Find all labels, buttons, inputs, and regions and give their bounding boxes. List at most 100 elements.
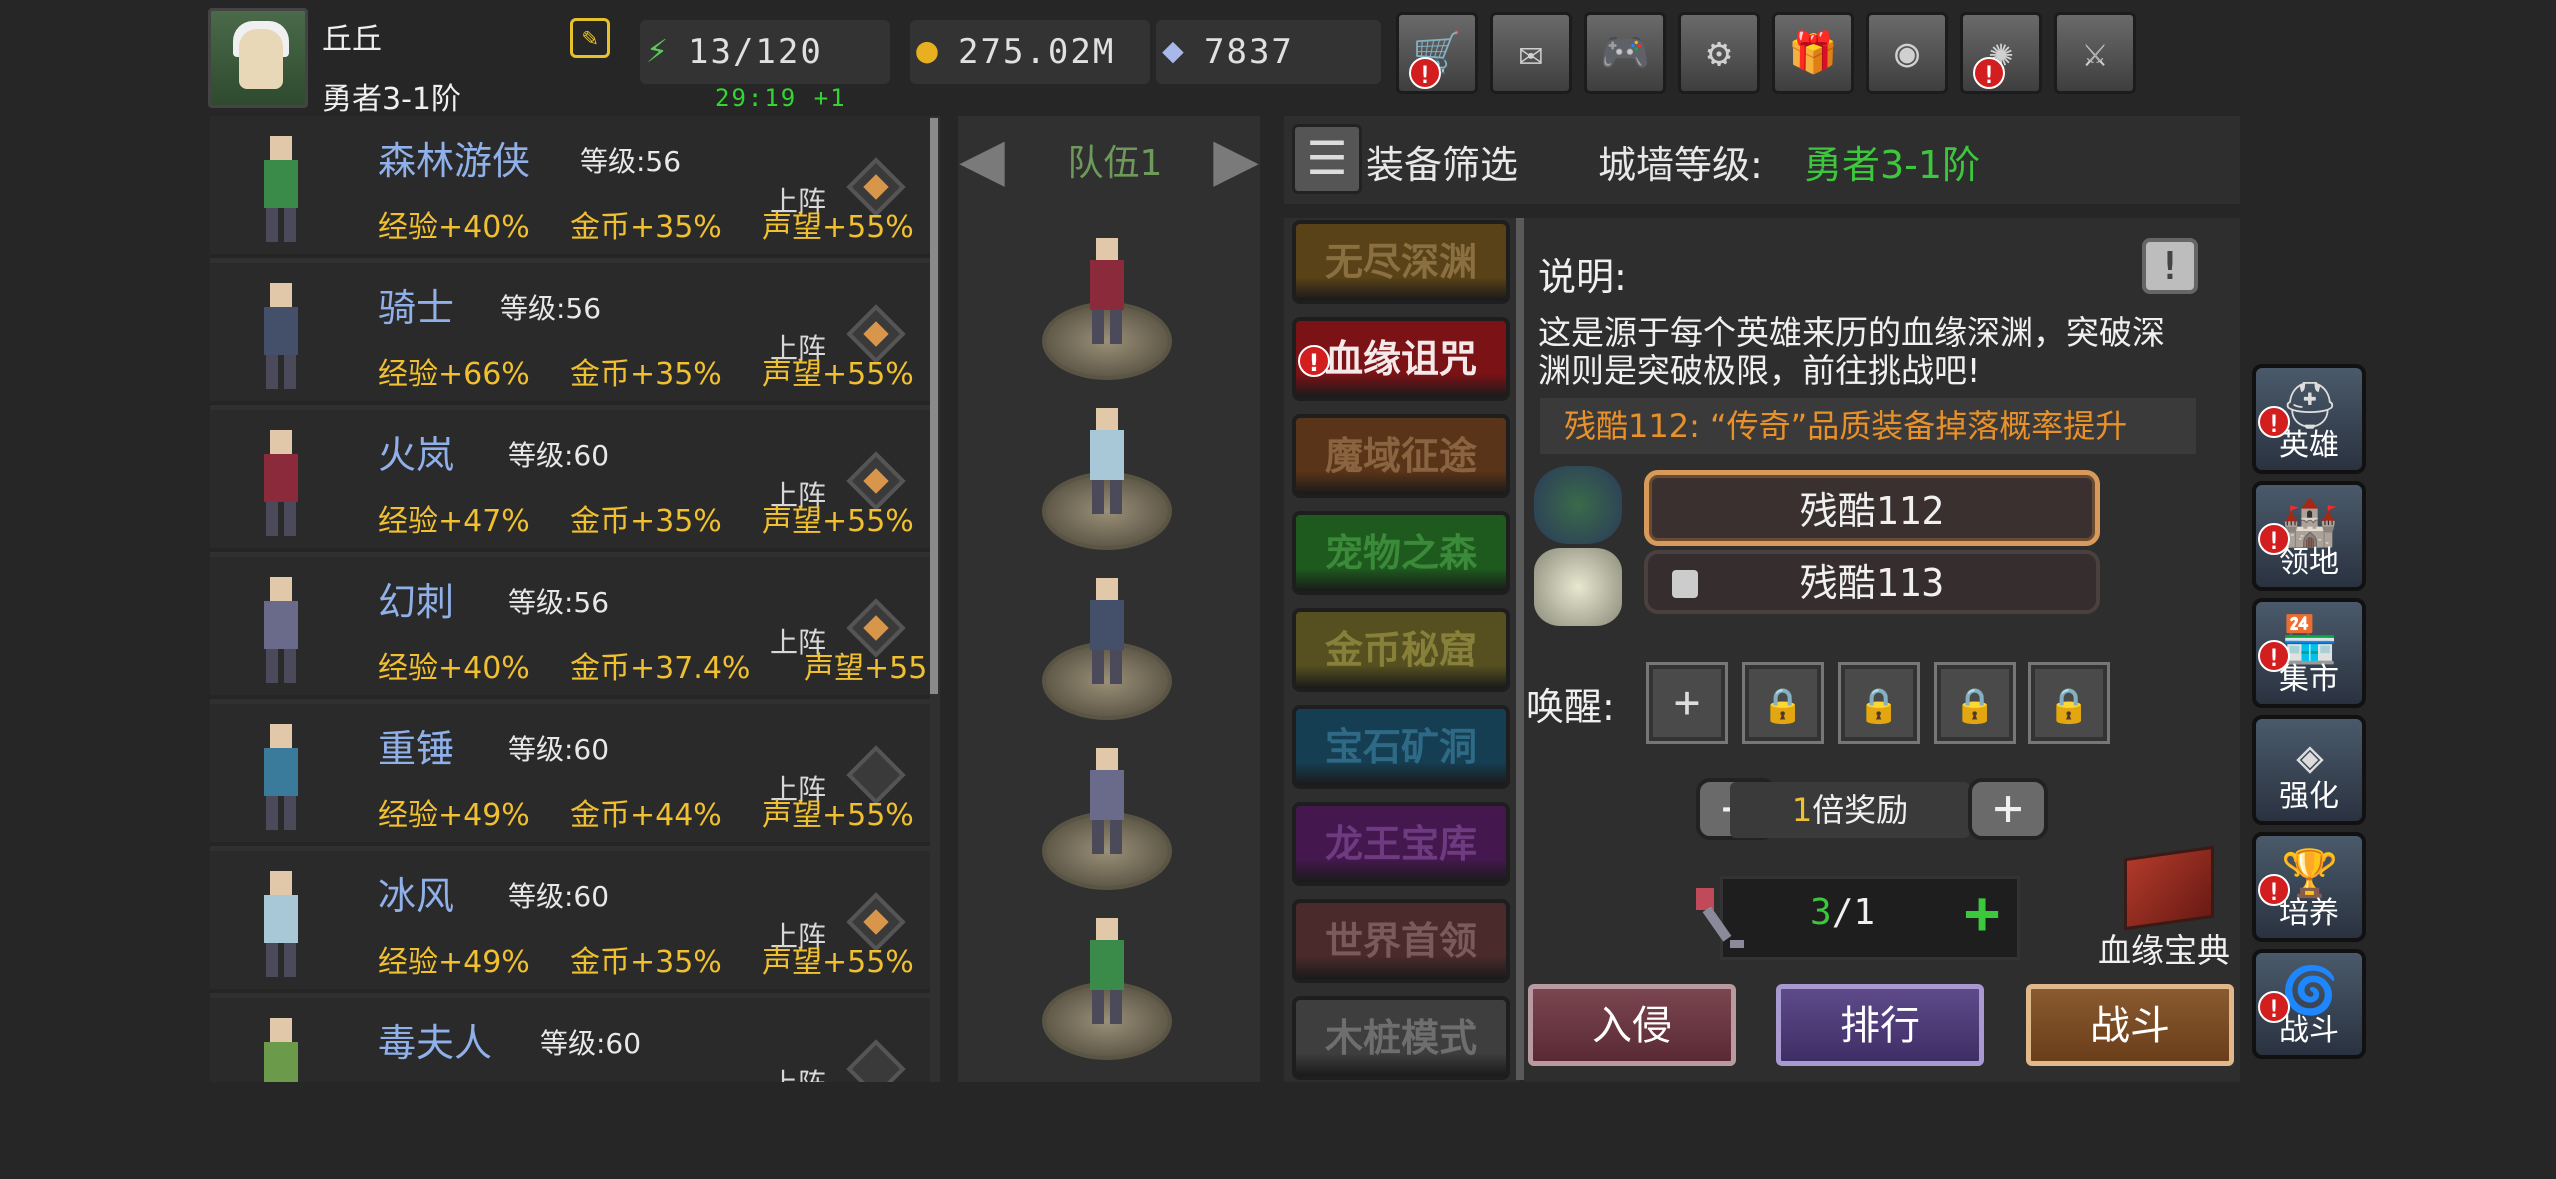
lock-icon [1672,570,1698,598]
filter-menu-icon[interactable]: ☰ [1292,124,1362,194]
bloodline-codex-book-icon[interactable] [2124,845,2214,931]
difficulty-next-button[interactable]: 残酷113 [1644,550,2100,614]
awaken-locked-slot[interactable]: 🔒 [1742,662,1824,744]
exp-bonus: 经验+47% [378,504,530,539]
difficulty-current-button[interactable]: 残酷112 [1644,470,2100,546]
avatar-face [239,29,283,89]
hero-row[interactable]: 毒夫人 等级:60 上阵 [210,998,930,1082]
energy-counter[interactable]: ⚡ 13/120 [640,20,890,84]
hero-name: 重锤 [378,727,455,771]
hero-name: 冰风 [378,874,455,918]
side-nav-chalice[interactable]: 🏆 培养! [2252,832,2366,942]
hero-level: 等级:60 [508,439,610,472]
team-hero-sprite[interactable] [1072,912,1142,1032]
alert-badge-icon: ! [1973,57,2005,89]
mode-button[interactable]: 血缘诅咒! [1292,317,1510,401]
side-nav-castle[interactable]: 🏰 领地! [2252,481,2366,591]
awaken-locked-slot[interactable]: 🔒 [1934,662,2016,744]
hero-level: 等级:56 [508,586,610,619]
equip-gem-icon [863,468,889,494]
team-hero-sprite[interactable] [1072,232,1142,352]
gold-counter[interactable]: ● 275.02M [910,20,1150,84]
side-nav-crystal[interactable]: ◈ 强化 [2252,715,2366,825]
team-hero-sprite[interactable] [1072,402,1142,522]
key-icon [1696,888,1744,948]
hero-row[interactable]: 骑士 等级:56 上阵 经验+66% 金币+35% 声望+55% [210,263,930,405]
mail-icon: ✉ [1518,30,1544,76]
mode-label: 魔域征途 [1324,434,1477,478]
edit-name-icon[interactable]: ✎ [570,18,610,58]
hero-list-scrollbar[interactable] [930,118,938,694]
team-hero-sprite[interactable] [1072,572,1142,692]
add-ticket-button[interactable]: + [1952,883,2012,944]
drop-rate-note: 残酷112: “传奇”品质装备掉落概率提升 [1540,398,2196,454]
increase-multiplier-button[interactable]: + [1968,778,2048,840]
side-nav-portal[interactable]: 🌀 战斗! [2252,949,2366,1059]
hero-row[interactable]: 火岚 等级:60 上阵 经验+47% 金币+35% 声望+55% [210,410,930,552]
crossed-swords-button[interactable]: ⚔ [2054,12,2136,94]
hero-level: 等级:60 [540,1027,642,1060]
mode-button[interactable]: 金币秘窟 [1292,608,1510,692]
hero-sprite [236,1012,326,1082]
firework-button[interactable]: ✺! [1960,12,2042,94]
gold-value: 275.02M [958,32,1116,72]
player-avatar[interactable] [208,8,308,108]
ranking-button[interactable]: 排行 [1776,984,1984,1066]
hero-level: 等级:56 [500,292,602,325]
hero-row[interactable]: 冰风 等级:60 上阵 经验+49% 金币+35% 声望+55% [210,851,930,993]
hero-name: 火岚 [378,433,455,477]
deploy-label[interactable]: 上阵 [770,1062,826,1082]
awaken-add-slot[interactable]: + [1646,662,1728,744]
gamepad-icon: 🎮 [1600,30,1650,76]
stage-thumbnail-ice-icon [1534,548,1622,626]
hero-level: 等级:56 [580,145,682,178]
equip-slot-icon[interactable] [846,1039,906,1082]
mode-button[interactable]: 无尽深渊 [1292,220,1510,304]
mode-button[interactable]: 宝石矿洞 [1292,705,1510,789]
side-nav-market[interactable]: 🏪 集市! [2252,598,2366,708]
team-prev-arrow-icon[interactable]: ◀ [942,118,1022,198]
mail-button[interactable]: ✉ [1490,12,1572,94]
mode-button[interactable]: 木桩模式 [1292,996,1510,1080]
side-nav-label: 强化 [2279,779,2339,814]
invade-button[interactable]: 入侵 [1528,984,1736,1066]
energy-value: 13/120 [688,32,823,72]
mode-label: 木桩模式 [1324,1016,1477,1060]
gift-icon: 🎁 [1788,30,1838,76]
mode-label: 龙王宝库 [1324,822,1477,866]
multiplier-value: 1 [1791,791,1813,829]
side-nav-helmet[interactable]: ⛑ 英雄! [2252,364,2366,474]
mode-button[interactable]: 魔域征途 [1292,414,1510,498]
hero-name: 森林游侠 [378,139,531,183]
gold-bonus: 金币+35% [570,210,722,245]
battle-button[interactable]: 战斗 [2026,984,2234,1066]
crossed-swords-icon: ⚔ [2082,30,2108,76]
info-icon[interactable]: ! [2142,238,2198,294]
awaken-locked-slot[interactable]: 🔒 [2028,662,2110,744]
hero-name: 骑士 [378,286,455,330]
mode-button[interactable]: 龙王宝库 [1292,802,1510,886]
lock-icon: 🔒 [1857,686,1901,726]
gem-counter[interactable]: ◆ 7837 [1156,20,1381,84]
equipment-filter-label[interactable]: 装备筛选 [1366,134,1518,189]
hero-row[interactable]: 森林游侠 等级:56 上阵 经验+40% 金币+35% 声望+55% [210,116,930,258]
awaken-locked-slot[interactable]: 🔒 [1838,662,1920,744]
multiplier-text: 倍奖励 [1812,791,1909,829]
hero-row[interactable]: 幻刺 等级:56 上阵 经验+40% 金币+37.4% 声望+55 [210,557,930,699]
exp-bonus: 经验+66% [378,357,530,392]
color-wheel-button[interactable]: ◉ [1866,12,1948,94]
mode-button[interactable]: 宠物之森 [1292,511,1510,595]
cart-button[interactable]: 🛒! [1396,12,1478,94]
fame-bonus: 声望+55% [762,798,914,833]
gift-button[interactable]: 🎁 [1772,12,1854,94]
hero-row[interactable]: 重锤 等级:60 上阵 经验+49% 金币+44% 声望+55% [210,704,930,846]
gamepad-button[interactable]: 🎮 [1584,12,1666,94]
bloodline-codex-label[interactable]: 血缘宝典 [2098,924,2230,972]
mode-button[interactable]: 世界首领 [1292,899,1510,983]
description-title: 说明: [1538,255,1627,299]
equip-gem-icon [863,909,889,935]
team-next-arrow-icon[interactable]: ▶ [1196,118,1276,198]
team-hero-sprite[interactable] [1072,742,1142,862]
hero-list[interactable]: 森林游侠 等级:56 上阵 经验+40% 金币+35% 声望+55% 骑士 等级:56 上阵 经验… [210,116,940,1082]
gear-button[interactable]: ⚙ [1678,12,1760,94]
